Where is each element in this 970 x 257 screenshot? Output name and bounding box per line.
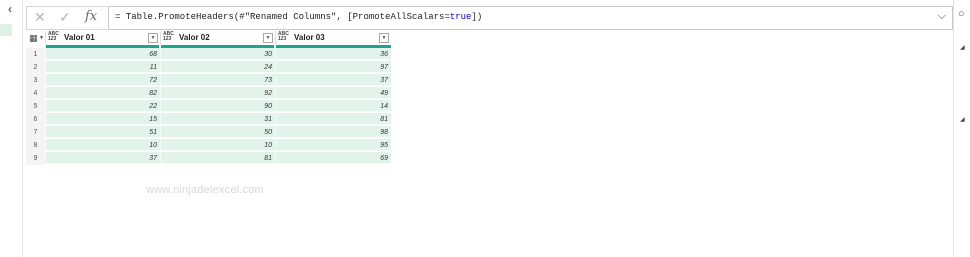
check-icon[interactable]: ✓ bbox=[59, 9, 71, 26]
row-number[interactable]: 3 bbox=[26, 74, 45, 87]
expand-triangle-icon[interactable]: ◢ bbox=[960, 116, 965, 123]
table-row: 3 72 73 37 bbox=[26, 74, 391, 87]
table-row: 7 51 50 98 bbox=[26, 126, 391, 139]
formula-keyword: true bbox=[449, 12, 472, 22]
formula-suffix: ]) bbox=[471, 12, 483, 22]
formula-prefix: = Table.PromoteHeaders(#"Renamed Columns… bbox=[115, 12, 450, 22]
table-cell[interactable]: 73 bbox=[160, 74, 275, 86]
table-cell[interactable]: 22 bbox=[45, 100, 160, 112]
filter-dropdown-icon[interactable]: ▼ bbox=[379, 33, 389, 43]
table-row: 6 15 31 81 bbox=[26, 113, 391, 126]
table-cell[interactable]: 72 bbox=[45, 74, 160, 86]
table-cell[interactable]: 95 bbox=[275, 139, 391, 151]
row-number[interactable]: 9 bbox=[26, 152, 45, 165]
queries-pane-collapsed: ‹ bbox=[0, 0, 23, 257]
table-cell[interactable]: 92 bbox=[160, 87, 275, 99]
row-number[interactable]: 2 bbox=[26, 61, 45, 74]
table-cell[interactable]: 11 bbox=[45, 61, 160, 73]
table-cell[interactable]: 68 bbox=[45, 48, 160, 60]
table-menu-button[interactable]: ▦ ▼ bbox=[26, 31, 45, 45]
chevron-down-icon: ▼ bbox=[39, 35, 44, 41]
table-cell[interactable]: 30 bbox=[160, 48, 275, 60]
table-cell[interactable]: 98 bbox=[275, 126, 391, 138]
table-cell[interactable]: 36 bbox=[275, 48, 391, 60]
table-cell[interactable]: 49 bbox=[275, 87, 391, 99]
expand-triangle-icon[interactable]: ◢ bbox=[960, 44, 965, 51]
filter-dropdown-icon[interactable]: ▼ bbox=[148, 33, 158, 43]
row-number[interactable]: 5 bbox=[26, 100, 45, 113]
column-header-valor-03[interactable]: ABC 123 Valor 03 ▼ bbox=[275, 31, 392, 45]
table-cell[interactable]: 10 bbox=[45, 139, 160, 151]
column-name: Valor 01 bbox=[64, 33, 95, 42]
table-row: 9 37 81 69 bbox=[26, 152, 391, 165]
table-cell[interactable]: 37 bbox=[45, 152, 160, 164]
table-cell[interactable]: 10 bbox=[160, 139, 275, 151]
table-cell[interactable]: 81 bbox=[275, 113, 391, 125]
watermark: www.ninjadelexcel.com bbox=[146, 184, 264, 196]
table-cell[interactable]: 90 bbox=[160, 100, 275, 112]
formula-bar: ✕ ✓ fx = Table.PromoteHeaders(#"Renamed … bbox=[26, 6, 953, 30]
table-cell[interactable]: 69 bbox=[275, 152, 391, 164]
refresh-icon[interactable]: ○ bbox=[958, 8, 965, 20]
filter-dropdown-icon[interactable]: ▼ bbox=[263, 33, 273, 43]
table-cell[interactable]: 81 bbox=[160, 152, 275, 164]
table-cell[interactable]: 14 bbox=[275, 100, 391, 112]
column-name: Valor 02 bbox=[179, 33, 210, 42]
chevron-down-icon[interactable]: ⌵ bbox=[938, 10, 946, 23]
table-row: 2 11 24 97 bbox=[26, 61, 391, 74]
chevron-left-icon[interactable]: ‹ bbox=[8, 2, 12, 16]
any-type-icon[interactable]: ABC 123 bbox=[48, 32, 59, 42]
fx-icon[interactable]: fx bbox=[85, 9, 97, 24]
table-cell[interactable]: 37 bbox=[275, 74, 391, 86]
table-cell[interactable]: 97 bbox=[275, 61, 391, 73]
table-row: 5 22 90 14 bbox=[26, 100, 391, 113]
column-header-valor-02[interactable]: ABC 123 Valor 02 ▼ bbox=[160, 31, 276, 45]
column-name: Valor 03 bbox=[294, 33, 325, 42]
table-body: 1 68 30 36 2 11 24 97 3 72 73 37 4 82 92 49 5 22 90 14 6 15 31… bbox=[26, 48, 391, 165]
column-header-row: ▦ ▼ ABC 123 Valor 01 ▼ ABC 123 Valor 02 ▼ … bbox=[26, 31, 391, 45]
table-cell[interactable]: 31 bbox=[160, 113, 275, 125]
row-number[interactable]: 7 bbox=[26, 126, 45, 139]
table-icon: ▦ bbox=[29, 33, 38, 43]
column-header-valor-01[interactable]: ABC 123 Valor 01 ▼ bbox=[45, 31, 161, 45]
table-cell[interactable]: 50 bbox=[160, 126, 275, 138]
table-row: 4 82 92 49 bbox=[26, 87, 391, 100]
row-number[interactable]: 4 bbox=[26, 87, 45, 100]
table-cell[interactable]: 82 bbox=[45, 87, 160, 99]
data-grid: ▦ ▼ ABC 123 Valor 01 ▼ ABC 123 Valor 02 ▼ … bbox=[26, 31, 391, 165]
selected-query-marker[interactable] bbox=[0, 24, 12, 36]
table-cell[interactable]: 15 bbox=[45, 113, 160, 125]
row-number[interactable]: 6 bbox=[26, 113, 45, 126]
row-number[interactable]: 1 bbox=[26, 48, 45, 61]
any-type-icon[interactable]: ABC 123 bbox=[278, 32, 289, 42]
formula-input[interactable]: = Table.PromoteHeaders(#"Renamed Columns… bbox=[108, 6, 953, 30]
query-settings-pane-collapsed: ○ ◢ ◢ bbox=[953, 0, 970, 257]
close-icon[interactable]: ✕ bbox=[34, 9, 46, 26]
table-cell[interactable]: 51 bbox=[45, 126, 160, 138]
table-row: 1 68 30 36 bbox=[26, 48, 391, 61]
table-cell[interactable]: 24 bbox=[160, 61, 275, 73]
row-number[interactable]: 8 bbox=[26, 139, 45, 152]
any-type-icon[interactable]: ABC 123 bbox=[163, 32, 174, 42]
table-row: 8 10 10 95 bbox=[26, 139, 391, 152]
formula-text[interactable]: = Table.PromoteHeaders(#"Renamed Columns… bbox=[115, 12, 482, 22]
formula-bar-buttons: ✕ ✓ fx bbox=[26, 6, 107, 30]
